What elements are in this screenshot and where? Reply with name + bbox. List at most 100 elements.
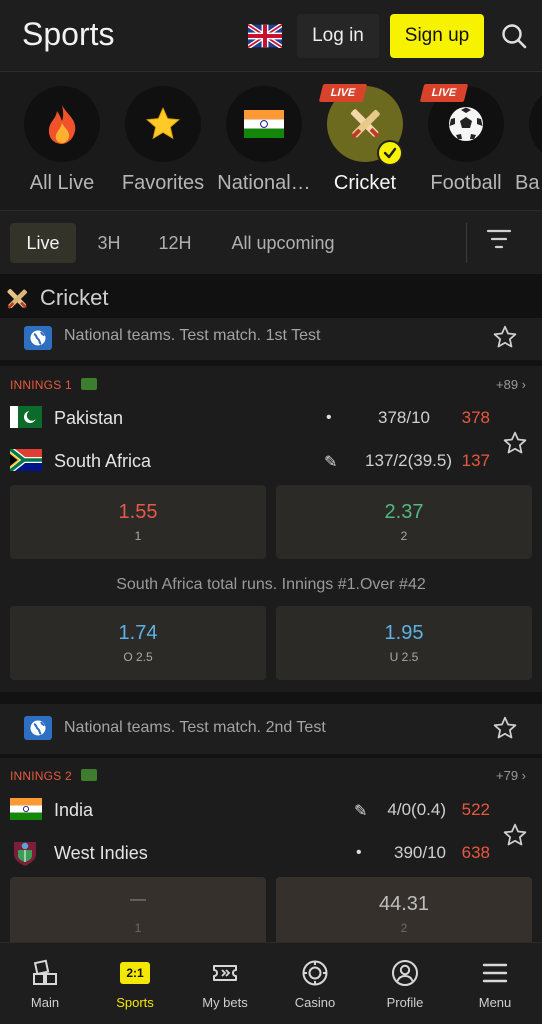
team-total-away: 638 [461,843,490,862]
cricket-icon [350,109,380,139]
more-markets-link[interactable]: +79 › [496,768,526,783]
tab-3h[interactable]: 3H [86,223,132,263]
favorites-circle [125,86,201,162]
team-score-away: 137/2(39.5) [365,451,452,470]
team-score-home: 4/0(0.4) [387,800,446,819]
bottom-navigation: Main 2:1 Sports My bets Casino Profile M… [0,942,542,1024]
sport-item-football[interactable]: LIVE Football [416,84,516,206]
casino-chip-icon [302,960,328,986]
tab-all-upcoming[interactable]: All upcoming [220,223,346,263]
team-total-home: 378 [461,408,490,427]
login-button[interactable]: Log in [297,14,379,58]
sport-label-football: Football [430,172,502,194]
tab-12h[interactable]: 12H [146,223,204,263]
odds-label: 2 [400,529,408,543]
odds-value: — [130,891,146,908]
odds-button-team2[interactable]: 44.31 2 [276,877,532,942]
scoreboard-icon [81,378,97,390]
team-name-away: South Africa [54,451,152,471]
football-icon [449,107,483,141]
nav-item-sports[interactable]: 2:1 Sports [90,943,180,1024]
sport-item-national[interactable]: National… [214,86,314,206]
odds-button-under[interactable]: 1.95 U 2.5 [276,606,532,680]
odds-button-team1[interactable]: 1.55 1 [10,485,266,559]
odds-button-over[interactable]: 1.74 O 2.5 [10,606,266,680]
odds-value: 2.37 [384,501,424,523]
top-header: Sports Log in Sign up [0,0,542,72]
more-markets-link[interactable]: +89 › [496,377,526,392]
team-score-home: 378/10 [378,408,430,427]
sport-item-all-live[interactable]: All Live [12,86,112,206]
scoreboard-icon [81,769,97,781]
main-icon [33,959,57,985]
favorite-star-icon[interactable] [502,430,528,456]
team-total-away: 137 [461,451,490,470]
favorite-star-icon[interactable] [502,822,528,848]
league-row-2nd-test[interactable]: National teams. Test match. 2nd Test [0,704,542,754]
profile-icon [392,960,418,986]
sport-item-cricket[interactable]: LIVE Cricket [315,84,415,206]
nav-item-main[interactable]: Main [0,943,90,1024]
west-indies-crest-icon [14,842,36,866]
section-header-cricket: Cricket [0,274,542,324]
ticket-icon [213,965,237,981]
section-title: Cricket [40,285,109,310]
nav-item-menu[interactable]: Menu [450,943,540,1024]
sport-item-favorites[interactable]: Favorites [113,86,213,206]
signup-button[interactable]: Sign up [390,14,484,58]
divider [0,692,542,704]
uk-flag-icon[interactable] [248,24,282,48]
nav-item-profile[interactable]: Profile [360,943,450,1024]
sports-icon: 2:1 [120,962,150,984]
south-africa-flag-icon [10,449,42,471]
india-flag-icon [244,110,284,138]
nav-label-main: Main [30,995,60,1010]
team-name-home: India [54,800,94,820]
odds-label: 2 [400,921,408,935]
odds-value: 1.74 [118,622,158,644]
live-badge: LIVE [318,84,368,102]
odds-label: U 2.5 [389,650,419,664]
odds-button-team2[interactable]: 2.37 2 [276,485,532,559]
nav-label-menu: Menu [478,995,512,1010]
india-flag-icon [10,798,42,820]
tab-live[interactable]: Live [10,223,76,263]
league-row-1st-test[interactable]: National teams. Test match. 1st Test [0,318,542,360]
fire-icon [48,105,76,144]
match-card-pak-sa[interactable]: INNINGS 1 +89 › Pakistan • 378/10 378 So… [0,366,542,692]
odds-button-team1[interactable]: — 1 [10,877,266,942]
nav-item-casino[interactable]: Casino [270,943,360,1024]
bowling-indicator: • [356,844,362,861]
batting-indicator: ✎ [354,803,368,820]
odds-value: 1.95 [384,622,424,644]
odds-value: 1.55 [118,501,158,523]
globe-icon [24,326,52,350]
cricket-icon [7,288,28,309]
filter-icon[interactable] [486,226,512,252]
favorite-star-icon[interactable] [492,715,518,741]
team-score-away: 390/10 [394,843,446,862]
search-icon[interactable] [500,22,528,50]
filter-divider [466,223,467,263]
sport-item-basketball[interactable]: Ba [515,86,542,206]
batting-indicator: • [326,409,332,426]
team-name-away: West Indies [54,843,148,863]
nav-label-sports: Sports [116,995,154,1010]
basketball-circle [529,86,542,162]
nav-label-casino: Casino [294,995,336,1010]
favorite-star-icon[interactable] [492,324,518,350]
live-badge: LIVE [419,84,469,102]
nav-label-profile: Profile [386,995,424,1010]
nav-item-my-bets[interactable]: My bets [180,943,270,1024]
page-title: Sports [22,16,115,52]
national-circle [226,86,302,162]
star-icon [146,106,180,140]
league-name: National teams. Test match. 1st Test [64,327,321,344]
globe-icon [24,716,52,740]
check-icon [377,140,403,166]
match-card-ind-wi[interactable]: INNINGS 2 +79 › India ✎ 4/0(0.4) 522 Wes… [0,758,542,942]
innings-label: INNINGS 2 [10,769,72,783]
innings-label: INNINGS 1 [10,378,72,392]
sports-category-strip: All Live Favorites National… LIVE Cricke… [0,72,542,210]
menu-icon [482,963,508,983]
